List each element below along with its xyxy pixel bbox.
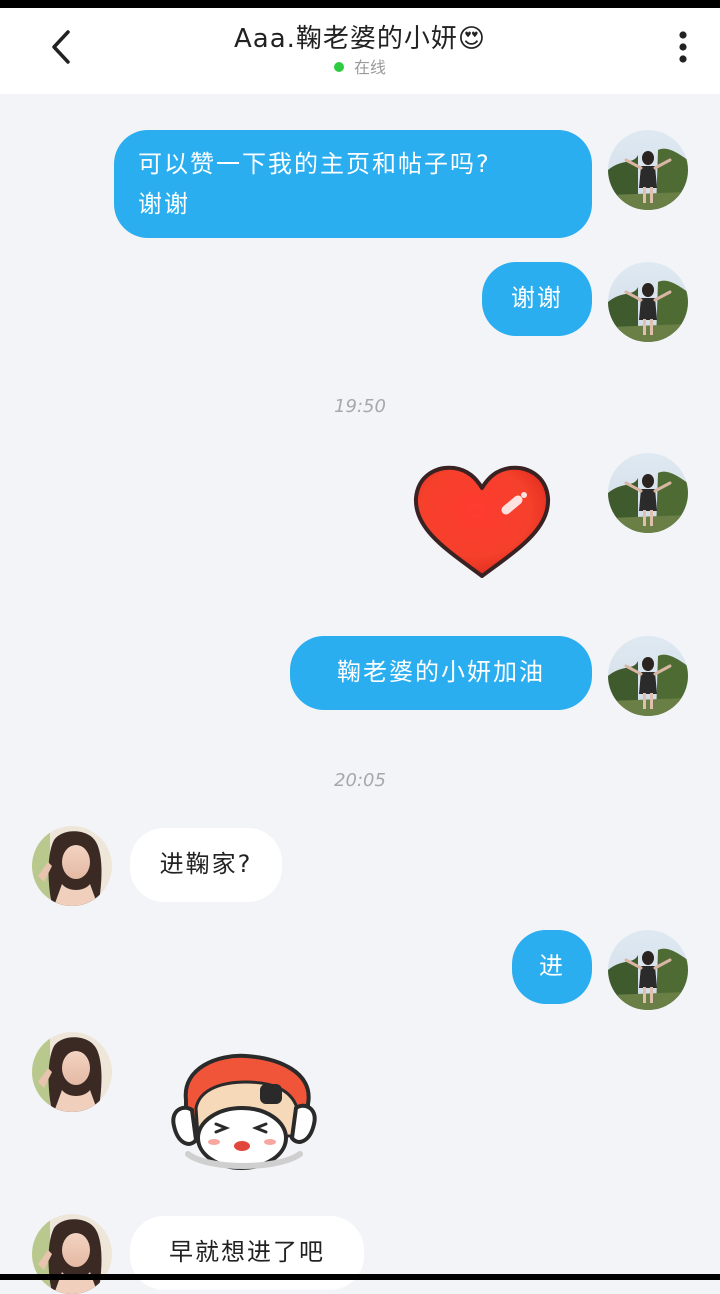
online-dot-icon	[333, 62, 344, 72]
timestamp: 19:50	[334, 396, 386, 417]
contact-avatar[interactable]	[32, 1214, 112, 1294]
cartoon-girl-sticker[interactable]	[168, 1050, 322, 1174]
status-text: 在线	[353, 58, 386, 77]
my-avatar[interactable]	[608, 130, 688, 210]
message-bubble-outgoing[interactable]: 鞠老婆的小妍加油	[290, 636, 592, 710]
contact-avatar[interactable]	[32, 826, 112, 906]
contact-avatar[interactable]	[32, 1032, 112, 1112]
chat-header: Aaa.鞠老婆的小妍😍 在线	[0, 8, 720, 94]
chat-title: Aaa.鞠老婆的小妍😍	[0, 18, 720, 55]
contact-avatar-image	[32, 1214, 112, 1294]
my-avatar[interactable]	[608, 262, 688, 342]
timestamp: 20:05	[334, 770, 386, 791]
message-bubble-incoming[interactable]: 进鞠家?	[130, 828, 282, 902]
contact-name: Aaa.鞠老婆的小妍	[233, 24, 458, 54]
my-avatar-image	[608, 453, 688, 533]
my-avatar-image	[608, 130, 688, 210]
status-bar	[0, 0, 720, 8]
cartoon-girl-sticker-image	[171, 1053, 317, 1170]
my-avatar[interactable]	[608, 453, 688, 533]
my-avatar[interactable]	[608, 636, 688, 716]
more-vertical-icon	[679, 31, 687, 63]
message-text-line: 谢谢	[138, 190, 190, 218]
message-bubble-outgoing[interactable]: 进	[512, 930, 592, 1004]
contact-avatar-image	[32, 1032, 112, 1112]
heart-sticker[interactable]	[410, 464, 554, 582]
my-avatar[interactable]	[608, 930, 688, 1010]
heart-sticker-image	[413, 465, 551, 578]
more-button[interactable]	[670, 22, 696, 72]
my-avatar-image	[608, 930, 688, 1010]
message-text-line: 可以赞一下我的主页和帖子吗?	[138, 150, 491, 178]
navigation-bar	[0, 1274, 720, 1280]
message-bubble-outgoing[interactable]: 可以赞一下我的主页和帖子吗? 谢谢	[114, 130, 592, 238]
online-status: 在线	[0, 54, 720, 78]
contact-avatar-image	[32, 826, 112, 906]
my-avatar-image	[608, 262, 688, 342]
heart-eyes-emoji: 😍	[457, 24, 487, 54]
my-avatar-image	[608, 636, 688, 716]
message-bubble-outgoing[interactable]: 谢谢	[482, 262, 592, 336]
